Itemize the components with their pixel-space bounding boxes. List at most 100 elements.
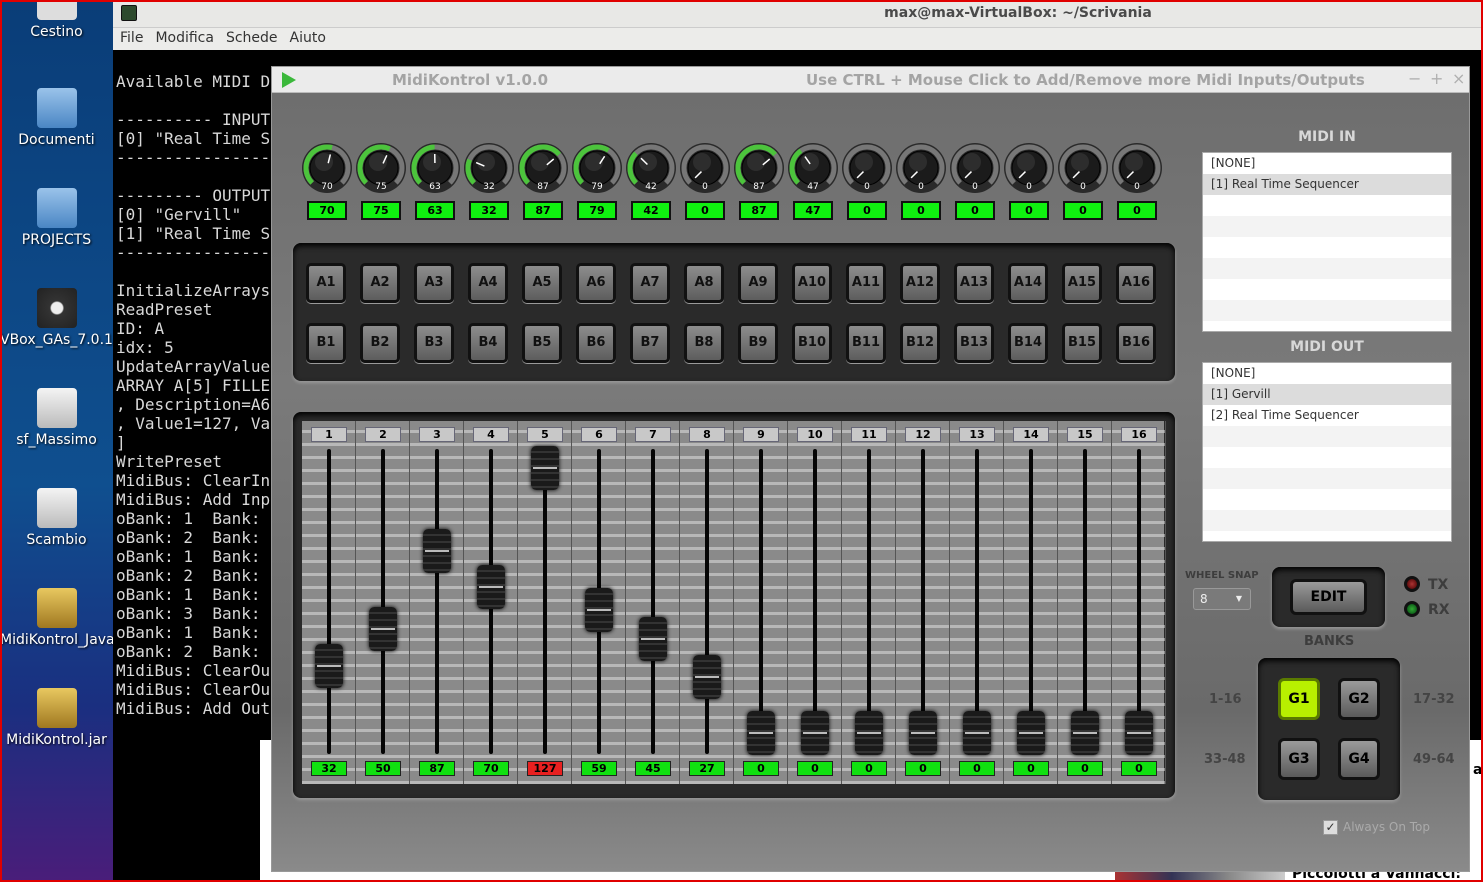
knob-label: 0 (1134, 182, 1140, 192)
menu-schede[interactable]: Schede (226, 30, 278, 46)
midi-port-item[interactable]: [1] Real Time Sequencer (1203, 174, 1451, 195)
fader-handle[interactable] (585, 587, 613, 632)
pad-b-button[interactable]: B15 (1062, 323, 1102, 363)
pad-a-button[interactable]: A9 (738, 263, 778, 303)
pad-a-button[interactable]: A3 (414, 263, 454, 303)
fader-handle[interactable] (531, 446, 559, 490)
wheel-snap-select[interactable]: 8 ▼ (1193, 588, 1251, 610)
desktop-icon[interactable]: PROJECTS (0, 188, 113, 249)
midi-port-item[interactable] (1203, 237, 1451, 258)
midi-port-item[interactable] (1203, 258, 1451, 279)
close-button[interactable]: × (1452, 69, 1465, 88)
pad-a-button[interactable]: A6 (576, 263, 616, 303)
desktop-icon[interactable]: VBox_GAs_7.0.14 (0, 288, 122, 349)
app-titlebar[interactable]: MidiKontrol v1.0.0 Use CTRL + Mouse Clic… (272, 67, 1469, 93)
midi-port-item[interactable]: [NONE] (1203, 363, 1451, 384)
midi-port-item[interactable] (1203, 468, 1451, 489)
pad-b-button[interactable]: B13 (954, 323, 994, 363)
fader-handle[interactable] (855, 711, 883, 755)
menu-file[interactable]: File (120, 30, 143, 46)
desktop-icon[interactable]: MidiKontrol_Java8.jar (0, 588, 146, 649)
desktop-icon-graphic (36, 588, 77, 628)
pad-a-button[interactable]: A2 (360, 263, 400, 303)
always-on-top-checkbox[interactable]: ✓ (1323, 820, 1338, 835)
pad-b-button[interactable]: B3 (414, 323, 454, 363)
fader-channel: 3 87 (410, 421, 464, 784)
midi-port-item[interactable] (1203, 426, 1451, 447)
pad-b-button[interactable]: B8 (684, 323, 724, 363)
midi-port-item[interactable]: [1] Gervill (1203, 384, 1451, 405)
pad-a-button[interactable]: A13 (954, 263, 994, 303)
desktop-icon[interactable]: Documenti (0, 88, 113, 149)
maximize-button[interactable]: + (1430, 69, 1443, 88)
pad-a-button[interactable]: A10 (792, 263, 832, 303)
midi-port-item[interactable] (1203, 447, 1451, 468)
pad-b-button[interactable]: B11 (846, 323, 886, 363)
fader-handle[interactable] (1125, 711, 1153, 755)
wheel-snap-value: 8 (1200, 592, 1208, 606)
fader-handle[interactable] (909, 711, 937, 755)
desktop-icon[interactable]: sf_Massimo (0, 388, 113, 449)
midi-port-item[interactable] (1203, 510, 1451, 531)
pad-b-button[interactable]: B14 (1008, 323, 1048, 363)
fader-handle[interactable] (1017, 711, 1045, 755)
pad-a-button[interactable]: A15 (1062, 263, 1102, 303)
fader-handle[interactable] (1071, 711, 1099, 755)
pad-a-button[interactable]: A14 (1008, 263, 1048, 303)
fader-handle[interactable] (315, 644, 343, 689)
pad-b-button[interactable]: B12 (900, 323, 940, 363)
fader-handle[interactable] (963, 711, 991, 755)
midi-port-item[interactable] (1203, 279, 1451, 300)
pad-a-button[interactable]: A1 (306, 263, 346, 303)
pad-b-button[interactable]: B16 (1116, 323, 1156, 363)
pad-b-button[interactable]: B2 (360, 323, 400, 363)
edit-button[interactable]: EDIT (1290, 579, 1367, 615)
pad-a-button[interactable]: A12 (900, 263, 940, 303)
midi-in-list[interactable]: [NONE] [1] Real Time Sequencer (1202, 152, 1452, 332)
knob-value: 87 (739, 201, 779, 220)
fader-handle[interactable] (801, 711, 829, 755)
fader-handle[interactable] (477, 564, 505, 609)
fader-handle[interactable] (639, 617, 667, 662)
bank-button-g1[interactable]: G1 (1278, 678, 1320, 720)
pad-b-button[interactable]: B1 (306, 323, 346, 363)
desktop-icon[interactable]: MidiKontrol.jar (0, 688, 113, 749)
midi-port-item[interactable] (1203, 300, 1451, 321)
fader-channel: 11 0 (842, 421, 896, 784)
bank-button-g3[interactable]: G3 (1278, 738, 1320, 780)
pad-b-button[interactable]: B4 (468, 323, 508, 363)
fader-handle[interactable] (747, 711, 775, 755)
desktop-icon[interactable]: Scambio (0, 488, 113, 549)
minimize-button[interactable]: − (1408, 69, 1421, 88)
pad-a-button[interactable]: A11 (846, 263, 886, 303)
fader-track (327, 449, 331, 754)
menu-modifica[interactable]: Modifica (155, 30, 214, 46)
pad-a-button[interactable]: A16 (1116, 263, 1156, 303)
pad-a-button[interactable]: A8 (684, 263, 724, 303)
midi-port-item[interactable] (1203, 489, 1451, 510)
pad-a-button[interactable]: A4 (468, 263, 508, 303)
knob-label: 0 (702, 182, 708, 192)
bank-range-label: 49-64 (1413, 752, 1455, 767)
pad-b-button[interactable]: B10 (792, 323, 832, 363)
bank-button-g4[interactable]: G4 (1338, 738, 1380, 780)
pad-b-button[interactable]: B9 (738, 323, 778, 363)
bank-button-g2[interactable]: G2 (1338, 678, 1380, 720)
midi-port-item[interactable] (1203, 195, 1451, 216)
pad-b-button[interactable]: B6 (576, 323, 616, 363)
fader-track (1137, 449, 1141, 754)
pad-a-button[interactable]: A7 (630, 263, 670, 303)
fader-handle[interactable] (423, 529, 451, 574)
bank-range-label: 33-48 (1204, 752, 1246, 767)
midi-port-item[interactable] (1203, 216, 1451, 237)
midi-port-item[interactable]: [2] Real Time Sequencer (1203, 405, 1451, 426)
menu-aiuto[interactable]: Aiuto (290, 30, 326, 46)
desktop-icon[interactable]: Cestino (0, 0, 113, 41)
fader-handle[interactable] (693, 654, 721, 699)
midi-port-item[interactable]: [NONE] (1203, 153, 1451, 174)
pad-b-button[interactable]: B7 (630, 323, 670, 363)
fader-handle[interactable] (369, 606, 397, 651)
pad-a-button[interactable]: A5 (522, 263, 562, 303)
pad-b-button[interactable]: B5 (522, 323, 562, 363)
midi-out-list[interactable]: [NONE] [1] Gervill [2] Real Time Sequencer (1202, 362, 1452, 542)
